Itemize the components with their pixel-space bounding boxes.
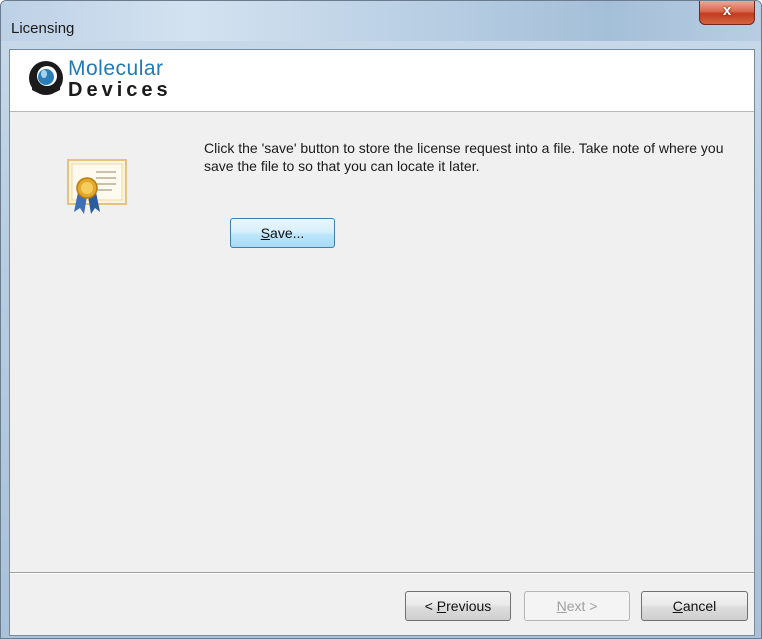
brand-header: Molecular Devices [10,50,754,112]
next-mnemonic: N [556,598,567,614]
certificate-icon [67,159,127,214]
brand-name-line2: Devices [68,79,172,101]
window-title: Licensing [11,20,75,37]
next-label-rest: ext > [566,598,598,614]
next-button[interactable]: Next > [524,591,630,621]
brand-name-line1: Molecular [68,57,164,80]
footer-divider [10,572,754,574]
molecular-devices-logo-icon [29,61,63,95]
previous-label-rest: revious [446,598,492,614]
wizard-client-area: Molecular Devices Click the 'save' butto… [9,49,755,636]
title-bar[interactable]: Licensing x [1,1,761,41]
previous-button[interactable]: < Previous [405,591,511,621]
save-mnemonic: S [260,225,271,241]
cancel-mnemonic: C [672,598,683,614]
close-icon: x [722,2,732,19]
save-label-rest: ave... [270,225,305,241]
cancel-label-rest: ancel [682,598,717,614]
previous-mnemonic: P [436,598,447,614]
instruction-text: Click the 'save' button to store the lic… [204,140,724,174]
save-button[interactable]: Save... [230,218,335,248]
close-button[interactable]: x [699,1,755,25]
previous-prefix: < [424,598,437,614]
cancel-button[interactable]: Cancel [641,591,748,621]
licensing-window: Licensing x Molecular Devices Click the … [0,0,762,639]
